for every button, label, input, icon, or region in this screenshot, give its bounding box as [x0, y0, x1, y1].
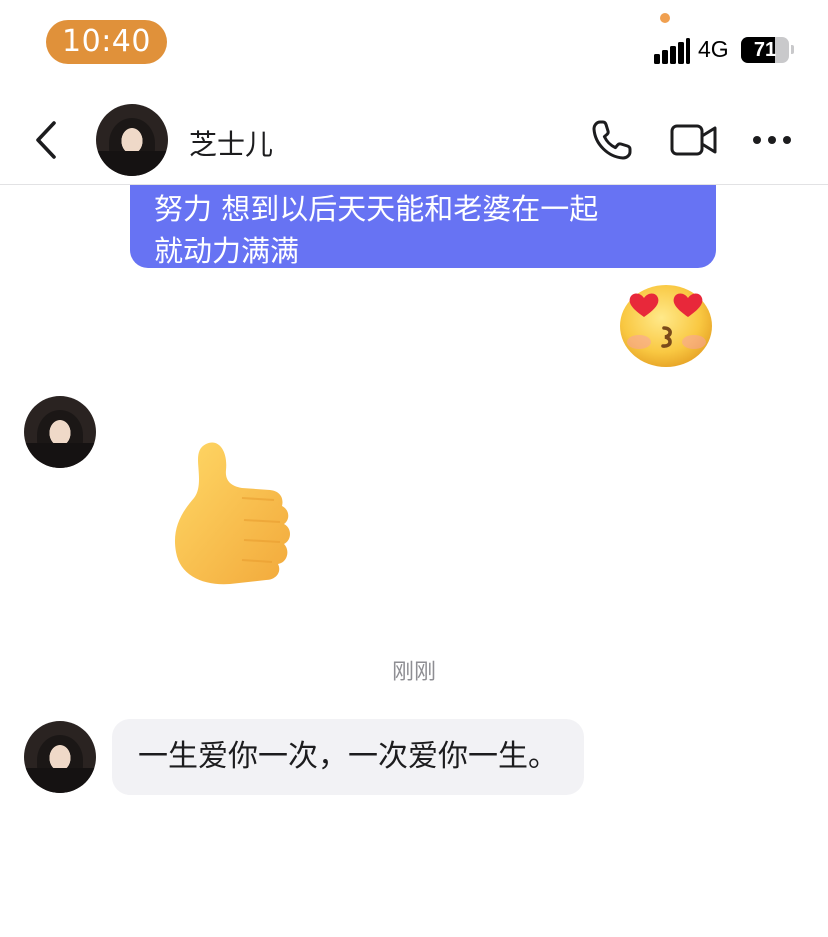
outgoing-message-line-2: 就动力满满: [154, 234, 300, 268]
phone-icon: [592, 120, 632, 160]
battery-icon: 71: [741, 37, 789, 63]
status-time: 10:40: [46, 20, 167, 64]
contact-name[interactable]: 芝士儿: [189, 123, 273, 163]
back-button[interactable]: [30, 120, 64, 160]
outgoing-message-bubble[interactable]: 努力 想到以后天天能和老婆在一起 就动力满满: [130, 184, 716, 268]
contact-avatar[interactable]: [96, 104, 168, 176]
privacy-indicator-dot: [660, 13, 670, 23]
chat-header: 芝士儿: [0, 90, 828, 185]
message-timestamp: 刚刚: [391, 660, 436, 685]
contact-avatar-message[interactable]: [24, 721, 96, 793]
status-bar: 10:40 4G 71: [0, 0, 828, 90]
video-call-button[interactable]: [670, 123, 718, 161]
contact-avatar-message[interactable]: [24, 396, 96, 468]
video-icon: [670, 124, 717, 156]
voice-call-button[interactable]: [590, 118, 634, 166]
incoming-message-bubble[interactable]: 一生爱你一次，一次爱你一生。: [112, 719, 584, 795]
incoming-message-text: 一生爱你一次，一次爱你一生。: [138, 739, 558, 774]
heart-eyes-kiss-emoji[interactable]: [614, 280, 718, 370]
network-label: 4G: [698, 36, 729, 62]
battery-cap: [791, 45, 794, 54]
signal-icon: [654, 38, 690, 64]
battery-percent: 71: [753, 39, 777, 61]
outgoing-message-line-1: 努力 想到以后天天能和老婆在一起: [154, 192, 599, 226]
more-options-button[interactable]: [752, 132, 792, 151]
message-list[interactable]: 努力 想到以后天天能和老婆在一起 就动力满满 刚刚 一生爱你一次，一次爱你一生。: [0, 184, 828, 937]
more-icon: [753, 136, 791, 144]
thumbs-up-sticker[interactable]: [170, 436, 305, 591]
back-icon: [36, 121, 56, 159]
